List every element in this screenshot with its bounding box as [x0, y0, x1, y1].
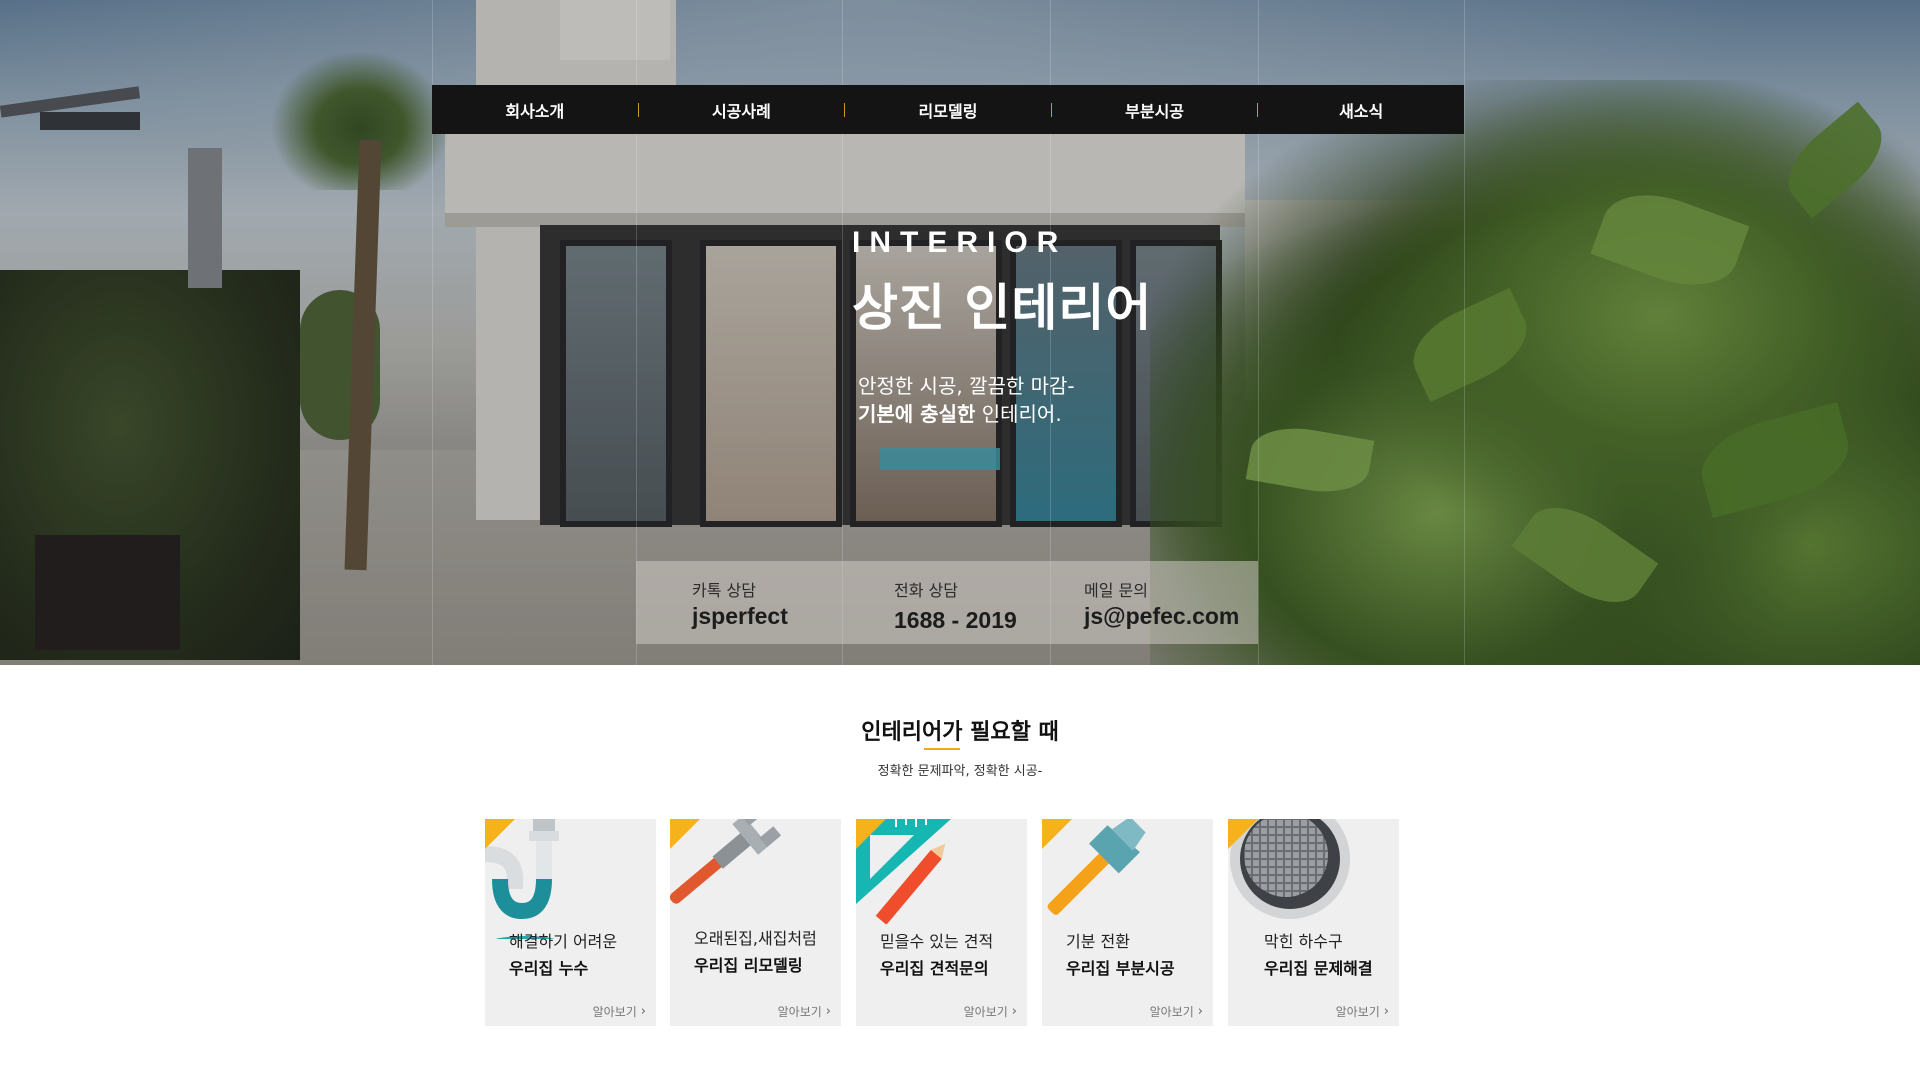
card-line1: 믿을수 있는 견적 — [880, 932, 994, 951]
hero-tagline-line2: 기본에 충실한 인테리어. — [858, 398, 1062, 427]
card-line2-text: 우리집 리모델링 — [694, 956, 803, 975]
card-more-label: 알아보기 — [592, 1005, 637, 1019]
contact-email[interactable]: 메일 문의 js@pefec.com — [1050, 561, 1258, 644]
hero-tagline-line1: 안정한 시공, 깔끔한 마감- — [858, 374, 1075, 398]
card-line2: 우리집 리모델링 — [694, 952, 803, 976]
card-more-label: 알아보기 — [1335, 1005, 1380, 1019]
contact-box: 카톡 상담 jsperfect 전화 상담 1688 - 2019 메일 문의 … — [636, 561, 1258, 644]
card-line1: 기분 전환 — [1066, 932, 1130, 951]
main-nav: 회사소개 시공사례 리모델링 부분시공 새소식 — [432, 85, 1464, 134]
card-line2: 우리집 부분시공 — [1066, 955, 1175, 979]
card-corner — [856, 819, 886, 849]
chevron-right-icon: › — [825, 1004, 831, 1019]
contact-email-label: 메일 문의 — [1084, 581, 1148, 600]
hero-tagline-rest: 인테리어. — [975, 402, 1062, 426]
chevron-right-icon: › — [1197, 1004, 1203, 1019]
contact-phone[interactable]: 전화 상담 1688 - 2019 — [842, 561, 1050, 644]
nav-item-company[interactable]: 회사소개 — [432, 85, 638, 134]
card-line1: 해결하기 어려운 — [509, 932, 618, 951]
chevron-right-icon: › — [1011, 1004, 1017, 1019]
contact-kakao-label: 카톡 상담 — [692, 581, 756, 600]
card-more-link[interactable]: 알아보기 › — [1150, 1003, 1203, 1020]
nav-item-news[interactable]: 새소식 — [1258, 85, 1464, 134]
card-line2-text: 우리집 누수 — [509, 959, 589, 978]
section-title: 인테리어가 필요할 때 — [861, 720, 1059, 745]
contact-phone-label: 전화 상담 — [894, 581, 958, 600]
chevron-right-icon: › — [1383, 1004, 1389, 1019]
card-more-link[interactable]: 알아보기 › — [778, 1003, 831, 1020]
chevron-right-icon: › — [640, 1004, 646, 1019]
card-more-link[interactable]: 알아보기 › — [593, 1003, 646, 1020]
card-more-label: 알아보기 — [777, 1005, 822, 1019]
card-corner — [1228, 819, 1258, 849]
service-card-drain[interactable]: 막힌 하수구 우리집 문제해결 알아보기 › — [1228, 819, 1399, 1026]
service-card-estimate[interactable]: 믿을수 있는 견적 우리집 견적문의 알아보기 › — [856, 819, 1027, 1026]
card-line2-text: 우리집 문제해결 — [1264, 959, 1373, 978]
card-line2: 우리집 견적문의 — [880, 955, 989, 979]
contact-phone-value: 1688 - 2019 — [894, 607, 1017, 633]
card-line2: 우리집 누수 — [509, 955, 589, 979]
card-more-link[interactable]: 알아보기 › — [964, 1003, 1017, 1020]
hero-tagline-bold: 기본에 충실한 — [858, 402, 976, 426]
contact-kakao[interactable]: 카톡 상담 jsperfect — [636, 561, 842, 644]
contact-email-value: js@pefec.com — [1084, 603, 1240, 629]
card-more-label: 알아보기 — [1149, 1005, 1194, 1019]
card-line2-text: 우리집 부분시공 — [1066, 959, 1175, 978]
service-card-leak[interactable]: 해결하기 어려운 우리집 누수 알아보기 › — [485, 819, 656, 1026]
nav-item-partial-work[interactable]: 부분시공 — [1052, 85, 1258, 134]
hero-title: 상진 인테리어 — [852, 279, 1153, 337]
service-card-partial-work[interactable]: 기분 전환 우리집 부분시공 알아보기 › — [1042, 819, 1213, 1026]
card-corner — [485, 819, 515, 849]
card-more-label: 알아보기 — [963, 1005, 1008, 1019]
card-more-link[interactable]: 알아보기 › — [1336, 1003, 1389, 1020]
hero-eyebrow: INTERIOR — [852, 226, 1068, 259]
card-line2-text: 우리집 견적문의 — [880, 959, 989, 978]
contact-kakao-value: jsperfect — [692, 603, 788, 629]
nav-item-cases[interactable]: 시공사례 — [639, 85, 845, 134]
section-title-underline — [924, 748, 960, 750]
card-line1: 오래된집,새집처럼 — [694, 929, 817, 948]
card-line2: 우리집 문제해결 — [1264, 955, 1373, 979]
section-subtitle: 정확한 문제파악, 정확한 시공- — [877, 764, 1043, 779]
service-card-remodeling[interactable]: 오래된집,새집처럼 우리집 리모델링 알아보기 › — [670, 819, 841, 1026]
grid-line — [1464, 0, 1465, 665]
card-line1: 막힌 하수구 — [1264, 932, 1343, 951]
nav-item-remodeling[interactable]: 리모델링 — [845, 85, 1051, 134]
card-corner — [1042, 819, 1072, 849]
card-corner — [670, 819, 700, 849]
